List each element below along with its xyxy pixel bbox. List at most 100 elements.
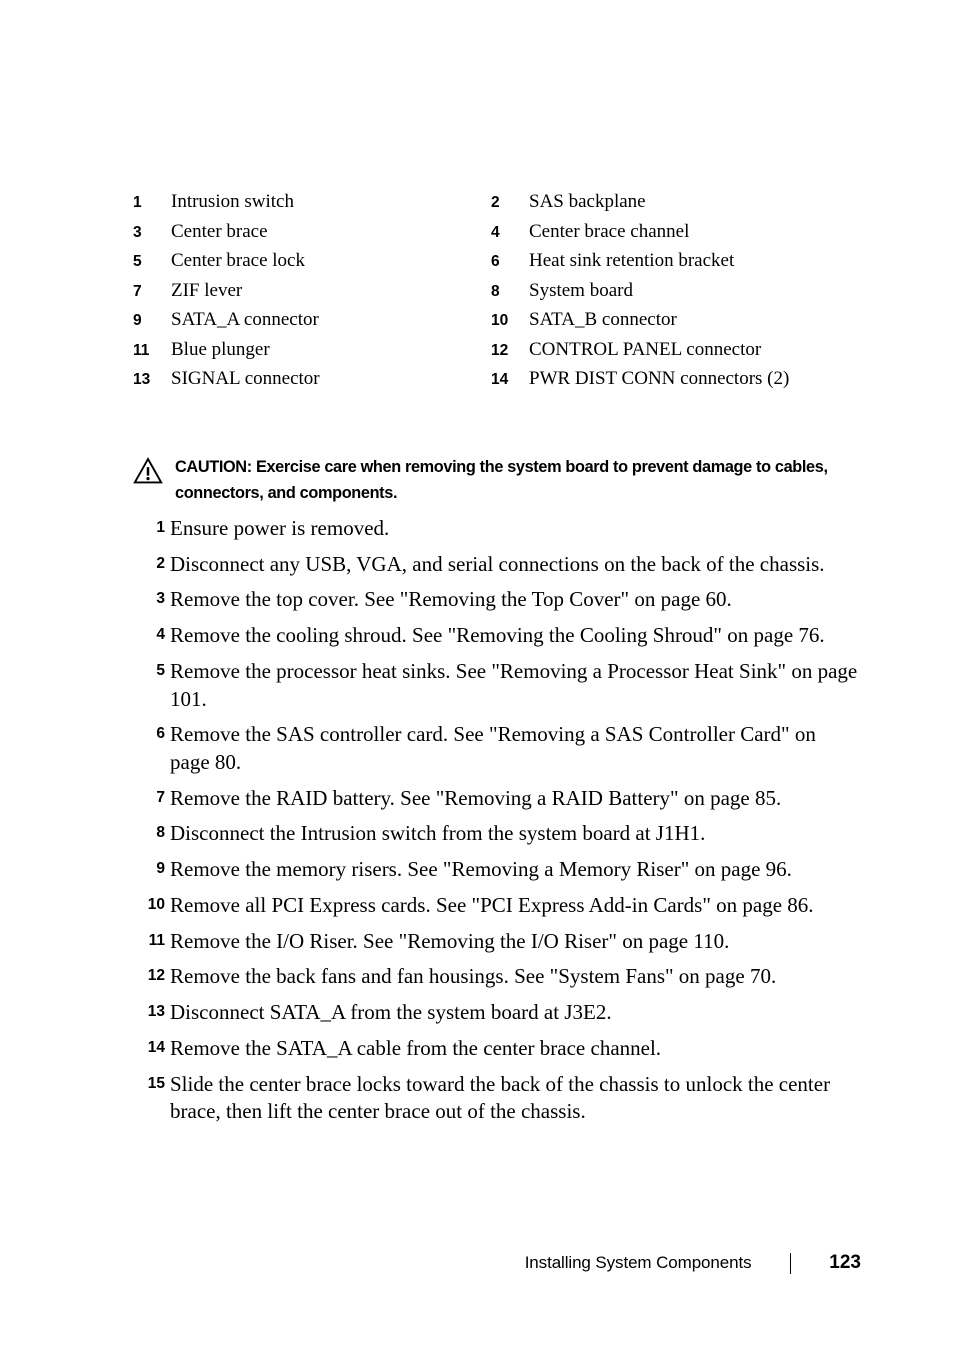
page-number: 123 xyxy=(829,1252,861,1273)
step-text: Disconnect the Intrusion switch from the… xyxy=(170,821,706,846)
legend-number: 11 xyxy=(133,341,150,359)
legend-label: SIGNAL connector xyxy=(171,368,320,389)
step-text: Remove the processor heat sinks. See "Re… xyxy=(170,658,858,711)
legend-number: 13 xyxy=(133,371,151,388)
step-text: Remove the SAS controller card. See "Rem… xyxy=(170,722,816,775)
legend-label: PWR DIST CONN connectors (2) xyxy=(529,368,790,389)
legend-item: 10 SATA_B connector xyxy=(491,310,863,329)
list-item: 9 Remove the memory risers. See "Removin… xyxy=(133,856,863,884)
step-number: 5 xyxy=(156,661,165,679)
legend-number: 12 xyxy=(491,341,509,359)
step-text: Remove the RAID battery. See "Removing a… xyxy=(170,785,782,810)
list-item: 5 Remove the processor heat sinks. See "… xyxy=(133,658,863,713)
legend-item: 9 SATA_A connector xyxy=(133,310,491,329)
caution-notice: CAUTION: Exercise care when removing the… xyxy=(133,455,860,506)
legend-label: Blue plunger xyxy=(171,338,270,360)
legend-label: SATA_A connector xyxy=(171,309,319,330)
list-item: 8 Disconnect the Intrusion switch from t… xyxy=(133,820,863,848)
step-text: Disconnect SATA_A from the system board … xyxy=(170,1000,612,1025)
legend-item: 12 CONTROL PANEL connector xyxy=(491,340,863,359)
table-row: 9 SATA_A connector 10 SATA_B connector xyxy=(133,310,863,329)
step-text: Remove the I/O Riser. See "Removing the … xyxy=(170,928,730,953)
legend-item: 2 SAS backplane xyxy=(491,192,863,211)
legend-label: CONTROL PANEL connector xyxy=(529,338,762,360)
step-number: 10 xyxy=(147,895,165,913)
list-item: 13 Disconnect SATA_A from the system boa… xyxy=(133,999,863,1027)
legend-number: 10 xyxy=(491,312,509,329)
step-text: Remove the back fans and fan housings. S… xyxy=(170,964,777,989)
step-text: Slide the center brace locks toward the … xyxy=(170,1071,831,1124)
list-item: 14 Remove the SATA_A cable from the cent… xyxy=(133,1035,863,1063)
list-item: 2 Disconnect any USB, VGA, and serial co… xyxy=(133,551,863,579)
footer-separator xyxy=(789,1252,791,1274)
caution-label: CAUTION: xyxy=(175,458,252,476)
legend-item: 8 System board xyxy=(491,281,863,300)
legend-number: 7 xyxy=(133,282,142,300)
table-row: 3 Center brace 4 Center brace channel xyxy=(133,222,863,241)
list-item: 6 Remove the SAS controller card. See "R… xyxy=(133,721,863,776)
legend-number: 14 xyxy=(491,371,509,388)
step-number: 14 xyxy=(147,1038,165,1056)
table-row: 11 Blue plunger 12 CONTROL PANEL connect… xyxy=(133,340,863,359)
list-item: 10 Remove all PCI Express cards. See "PC… xyxy=(133,892,863,920)
legend-number: 2 xyxy=(491,194,500,211)
document-page: 1 Intrusion switch 2 SAS backplane 3 Cen… xyxy=(0,0,954,1352)
step-text: Ensure power is removed. xyxy=(170,516,390,540)
legend-item: 6 Heat sink retention bracket xyxy=(491,251,863,270)
page-footer: Installing System Components 123 xyxy=(133,1252,861,1274)
legend-label: SATA_B connector xyxy=(529,309,677,330)
list-item: 12 Remove the back fans and fan housings… xyxy=(133,963,863,991)
step-text: Remove the SATA_A cable from the center … xyxy=(170,1035,662,1060)
caution-body: Exercise care when removing the system b… xyxy=(175,458,828,502)
table-row: 13 SIGNAL connector 14 PWR DIST CONN con… xyxy=(133,369,863,388)
step-text: Disconnect any USB, VGA, and serial conn… xyxy=(170,551,825,576)
step-number: 13 xyxy=(147,1003,165,1021)
legend-number: 8 xyxy=(491,282,500,300)
step-number: 9 xyxy=(156,860,165,878)
legend-label: Center brace lock xyxy=(171,250,305,271)
step-number: 7 xyxy=(156,788,165,806)
table-row: 7 ZIF lever 8 System board xyxy=(133,281,863,300)
caution-text: CAUTION: Exercise care when removing the… xyxy=(175,455,860,506)
legend-number: 4 xyxy=(491,223,500,241)
legend-label: Heat sink retention bracket xyxy=(529,250,735,271)
legend-label: System board xyxy=(529,279,633,301)
legend-item: 4 Center brace channel xyxy=(491,222,863,241)
step-number: 1 xyxy=(156,519,165,536)
legend-label: Center brace xyxy=(171,220,268,242)
legend-number: 3 xyxy=(133,223,142,241)
list-item: 15 Slide the center brace locks toward t… xyxy=(133,1071,863,1126)
step-number: 11 xyxy=(148,931,165,949)
step-number: 15 xyxy=(147,1074,165,1092)
step-text: Remove all PCI Express cards. See "PCI E… xyxy=(170,892,814,917)
legend-item: 11 Blue plunger xyxy=(133,340,491,359)
step-number: 2 xyxy=(156,554,165,572)
list-item: 1 Ensure power is removed. xyxy=(133,515,863,543)
step-number: 6 xyxy=(156,725,165,743)
component-legend-table: 1 Intrusion switch 2 SAS backplane 3 Cen… xyxy=(133,192,863,399)
table-row: 5 Center brace lock 6 Heat sink retentio… xyxy=(133,251,863,270)
legend-item: 13 SIGNAL connector xyxy=(133,369,491,388)
step-text: Remove the memory risers. See "Removing … xyxy=(170,857,792,882)
legend-number: 9 xyxy=(133,312,142,329)
procedure-steps-list: 1 Ensure power is removed. 2 Disconnect … xyxy=(133,515,863,1134)
legend-item: 7 ZIF lever xyxy=(133,281,491,300)
step-number: 3 xyxy=(156,590,165,608)
legend-item: 3 Center brace xyxy=(133,222,491,241)
legend-item: 14 PWR DIST CONN connectors (2) xyxy=(491,369,863,388)
list-item: 7 Remove the RAID battery. See "Removing… xyxy=(133,785,863,813)
step-text: Remove the top cover. See "Removing the … xyxy=(170,587,732,612)
legend-number: 1 xyxy=(133,194,142,211)
legend-number: 6 xyxy=(491,253,500,270)
legend-label: SAS backplane xyxy=(529,191,646,212)
step-number: 8 xyxy=(156,824,165,842)
legend-item: 5 Center brace lock xyxy=(133,251,491,270)
legend-number: 5 xyxy=(133,253,142,270)
legend-label: Center brace channel xyxy=(529,220,690,242)
legend-label: ZIF lever xyxy=(171,279,243,301)
step-number: 4 xyxy=(156,626,165,644)
step-number: 12 xyxy=(147,967,165,985)
footer-section-title: Installing System Components xyxy=(524,1253,752,1272)
list-item: 4 Remove the cooling shroud. See "Removi… xyxy=(133,622,863,650)
step-text: Remove the cooling shroud. See "Removing… xyxy=(170,623,825,648)
